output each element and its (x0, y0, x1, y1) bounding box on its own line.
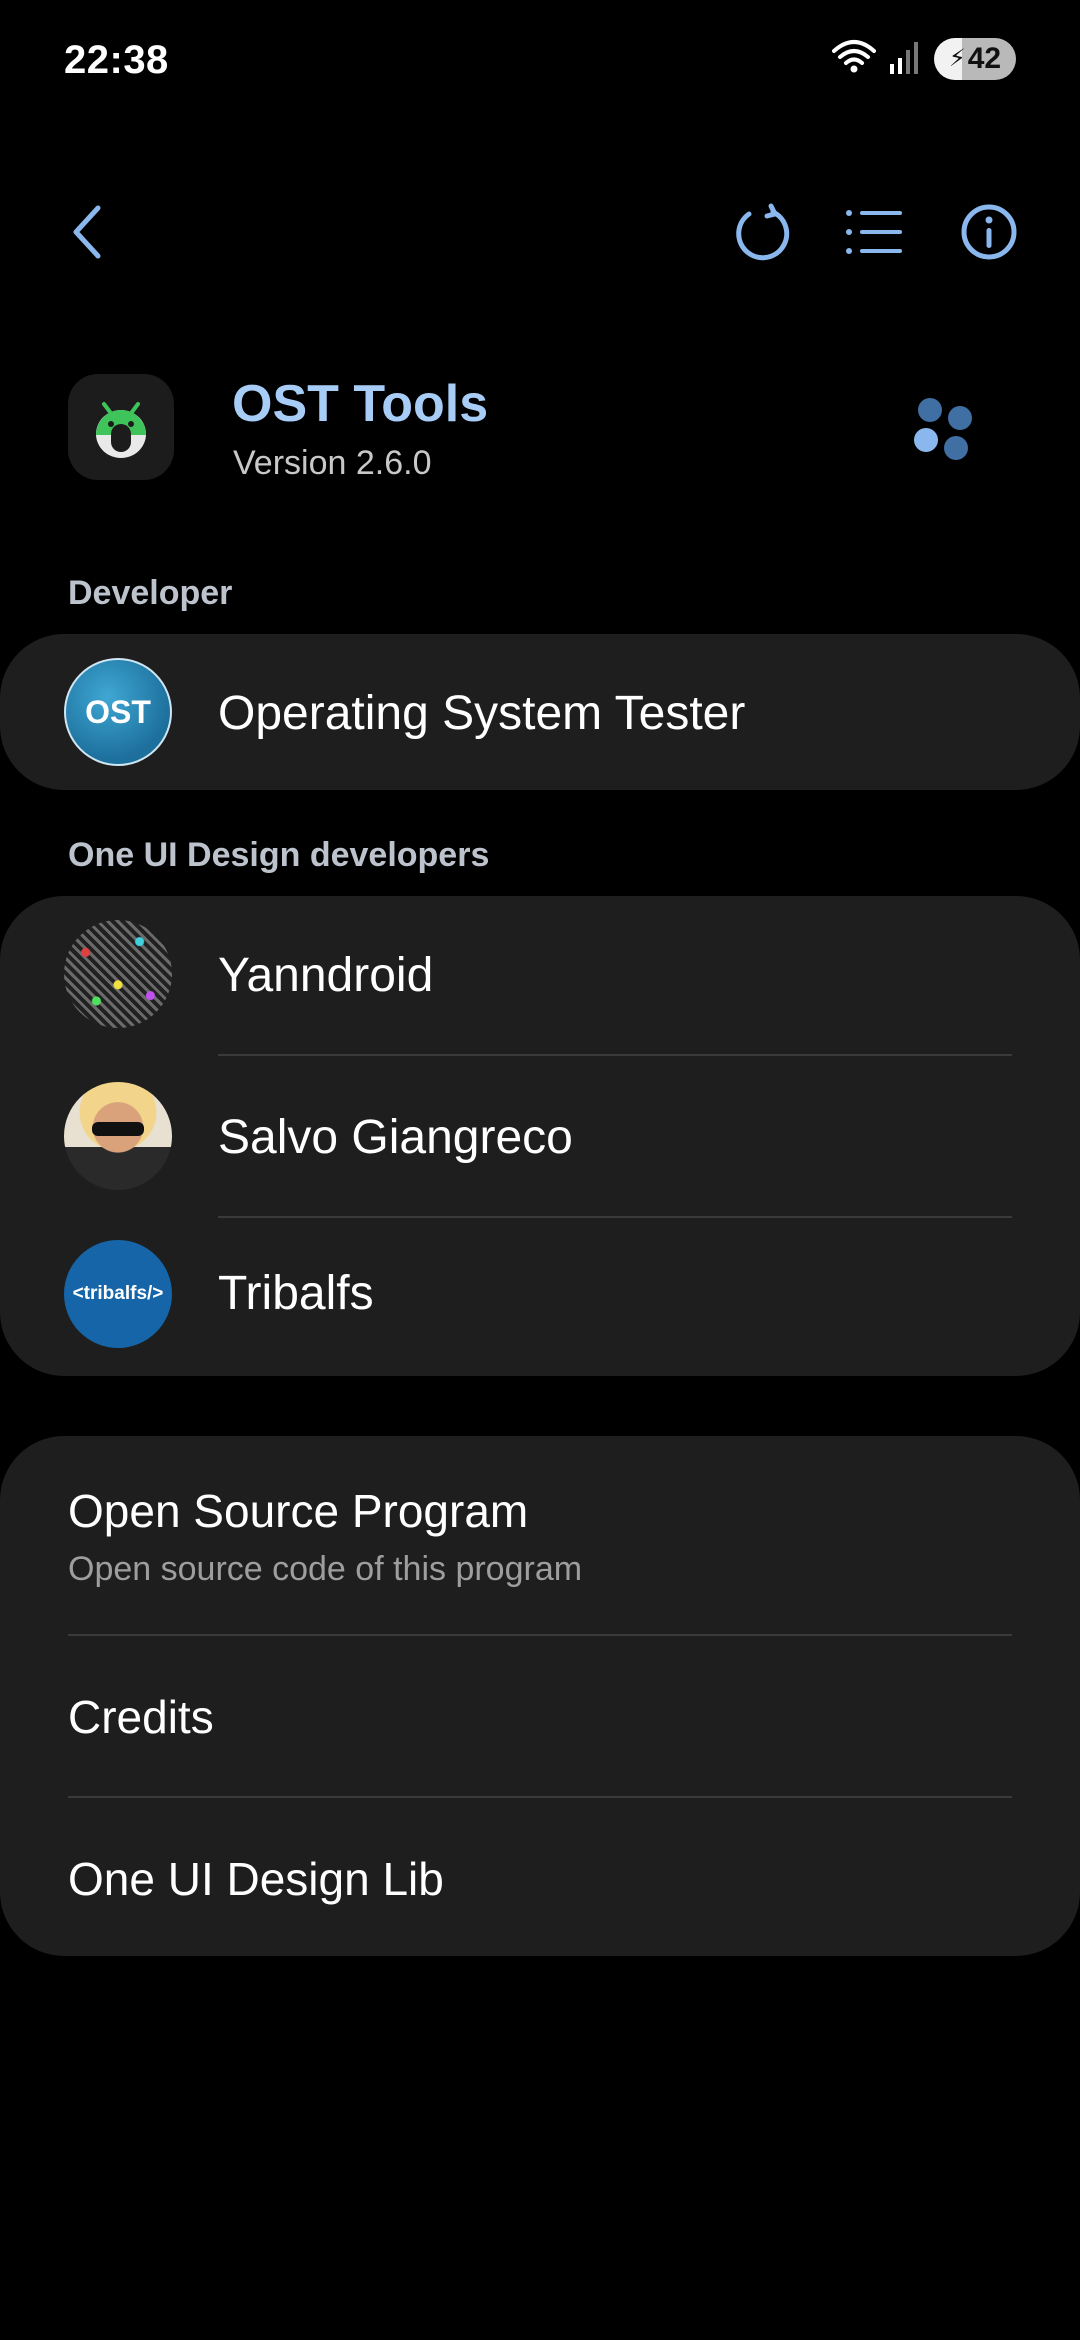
design-section-title: One UI Design developers (68, 836, 490, 874)
info-icon (959, 202, 1019, 267)
list-item-tribalfs[interactable]: <tribalfs/> Tribalfs (0, 1220, 1080, 1376)
ost-avatar-text: OST (85, 693, 151, 730)
dots-cluster-icon (910, 398, 978, 466)
list-icon (844, 207, 904, 262)
tribalfs-name: Tribalfs (218, 1267, 374, 1320)
signal-icon (890, 40, 920, 79)
tribalfs-avatar-text: <tribalfs/> (72, 1283, 164, 1304)
design-developers-card: Yanndroid Salvo Giangreco <tribalfs/> Tr… (0, 896, 1080, 1376)
divider (218, 1216, 1012, 1218)
ost-tools-logo-icon (96, 402, 146, 458)
links-card: Open Source Program Open source code of … (0, 1436, 1080, 1956)
battery-indicator: ⚡ 42 (934, 38, 1016, 80)
divider (218, 1054, 1012, 1056)
developer-row[interactable]: OST Operating System Tester (0, 634, 1080, 790)
credits-title: Credits (68, 1691, 214, 1743)
wifi-icon (832, 39, 876, 80)
app-name: OST Tools (232, 375, 489, 433)
status-time: 22:38 (64, 38, 169, 82)
open-source-subtitle: Open source code of this program (68, 1550, 583, 1588)
tribalfs-avatar: <tribalfs/> (64, 1240, 172, 1348)
back-arrow-icon (68, 202, 108, 267)
developer-section-title: Developer (68, 574, 233, 612)
charging-icon: ⚡ (948, 45, 966, 72)
list-item-open-source[interactable]: Open Source Program Open source code of … (0, 1436, 1080, 1634)
back-button[interactable] (48, 194, 128, 274)
app-icon (68, 374, 174, 480)
refresh-icon (731, 202, 791, 267)
salvo-avatar (64, 1082, 172, 1190)
battery-level: 42 (967, 42, 1002, 75)
open-source-title: Open Source Program (68, 1485, 529, 1537)
list-item-one-ui-design-lib[interactable]: One UI Design Lib (0, 1798, 1080, 1956)
developer-name: Operating System Tester (218, 687, 746, 740)
dev-mode-button[interactable] (910, 392, 978, 467)
list-item-salvo-giangreco[interactable]: Salvo Giangreco (0, 1058, 1080, 1220)
developer-card[interactable]: OST Operating System Tester (0, 634, 1080, 790)
status-icons: ⚡ 42 (832, 38, 1016, 80)
list-item-yanndroid[interactable]: Yanndroid (0, 896, 1080, 1058)
ost-avatar: OST (64, 658, 172, 766)
refresh-button[interactable] (721, 194, 801, 274)
yanndroid-name: Yanndroid (218, 949, 434, 1002)
design-lib-title: One UI Design Lib (68, 1853, 444, 1905)
app-info-button[interactable] (949, 194, 1029, 274)
list-item-credits[interactable]: Credits (0, 1636, 1080, 1796)
changelog-button[interactable] (834, 194, 914, 274)
app-version: Version 2.6.0 (233, 444, 432, 482)
sunglasses (92, 1122, 144, 1136)
yanndroid-avatar (64, 920, 172, 1028)
salvo-name: Salvo Giangreco (218, 1111, 573, 1164)
